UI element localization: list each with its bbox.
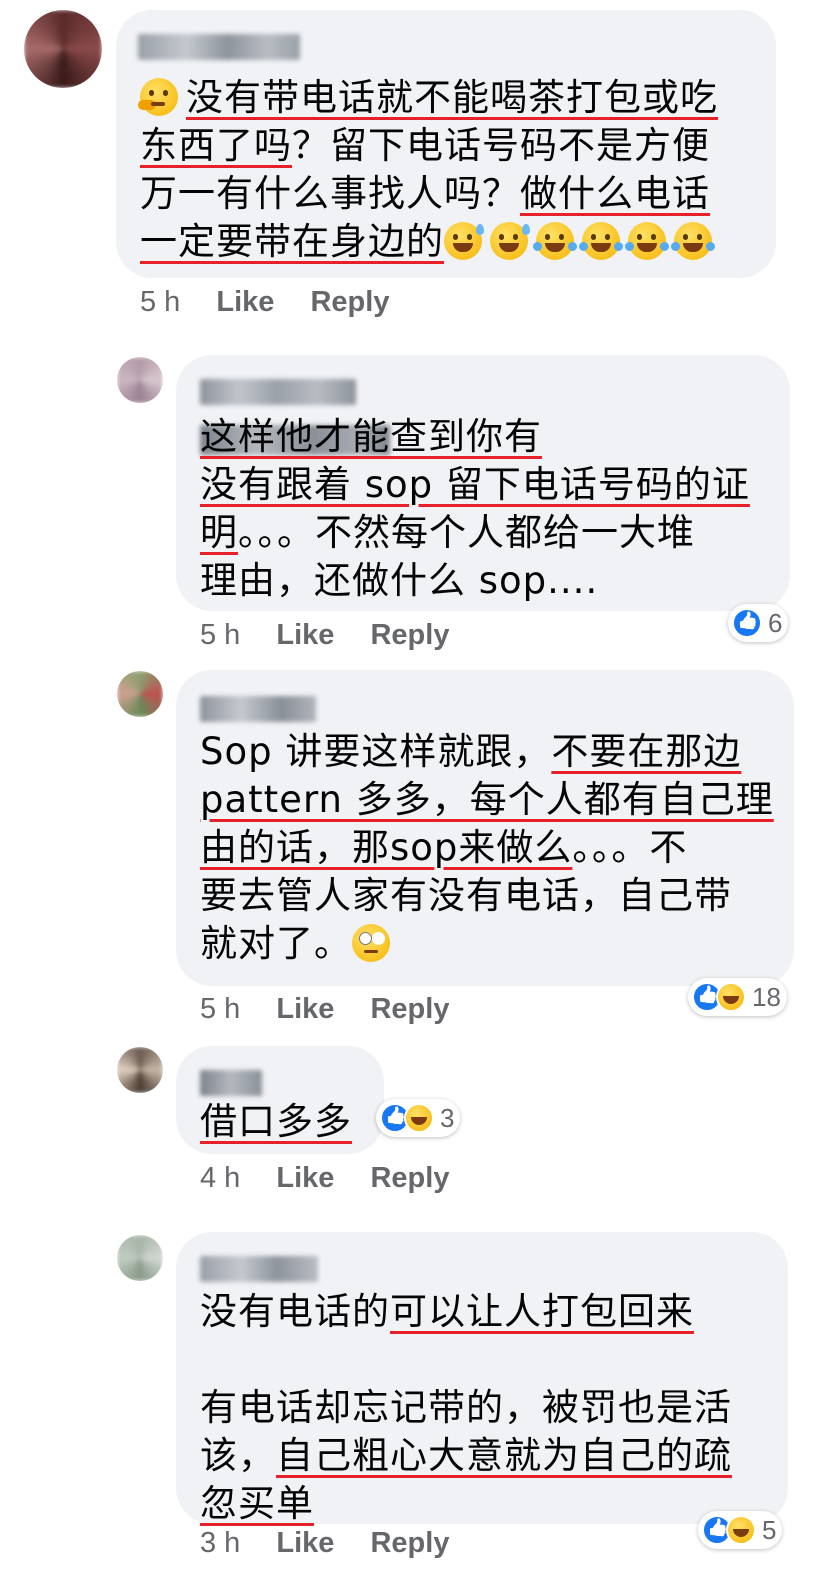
like-button[interactable]: Like — [276, 619, 334, 651]
underlined-text: 自己粗心大意就为自己的疏 — [276, 1434, 732, 1477]
comment-text-line: 就对了。 — [200, 920, 774, 968]
like-button[interactable]: Like — [276, 993, 334, 1025]
commenter-avatar[interactable] — [117, 671, 163, 717]
reply-button[interactable]: Reply — [370, 993, 449, 1025]
comment-text-segment: ？留下电话号码不是方便 — [292, 124, 710, 167]
comment-text-line: 没有跟着 sop 留下电话号码的证 — [200, 461, 750, 509]
sweat-emoji-icon — [444, 222, 484, 260]
comment-text: 借口多多 — [200, 1098, 352, 1146]
commenter-name-blurred[interactable] — [200, 1070, 262, 1096]
comment-actions: 5 h Like Reply — [200, 993, 477, 1026]
like-button[interactable]: Like — [276, 1527, 334, 1559]
comment-text-line: 东西了吗？留下电话号码不是方便 — [140, 122, 720, 170]
reply-button[interactable]: Reply — [370, 1527, 449, 1559]
laugh-emoji-icon — [625, 222, 666, 260]
underlined-text: pattern 多多，每个人都有自己理 — [200, 778, 774, 821]
underlined-text: 借口多多 — [200, 1100, 352, 1143]
underlined-text: 忽买单 — [200, 1482, 314, 1525]
laugh-emoji-icon — [533, 222, 574, 260]
commenter-avatar[interactable] — [24, 10, 102, 88]
comment-text: 这样他才能查到你有没有跟着 sop 留下电话号码的证 明。。。不然每个人都给一大堆… — [200, 413, 750, 605]
underlined-text: 由的话，那sop来做么 — [200, 826, 573, 869]
comment-timestamp[interactable]: 4 h — [200, 1162, 240, 1194]
comment-text-segment: 该， — [200, 1434, 276, 1477]
comment-text-segment: 。。。不然每个人都给一大堆 — [238, 511, 695, 554]
reaction-summary[interactable]: 3 — [376, 1099, 461, 1137]
comment-timestamp[interactable]: 5 h — [140, 286, 180, 318]
comment-text-line: 没有电话的可以让人打包回来 — [200, 1288, 732, 1336]
commenter-avatar[interactable] — [117, 357, 163, 403]
comment-text-segment: 没有电话的 — [200, 1290, 390, 1333]
reaction-count: 3 — [440, 1102, 455, 1133]
like-button[interactable]: Like — [276, 1162, 334, 1194]
comment-text-line: 这样他才能查到你有 — [200, 413, 750, 461]
reply-button[interactable]: Reply — [310, 286, 389, 318]
comment-text-line: pattern 多多，每个人都有自己理 — [200, 776, 774, 824]
commenter-name-blurred[interactable] — [200, 1256, 318, 1282]
comment-text-segment: 要去管人家有没有电话，自己带 — [200, 874, 732, 917]
reaction-count: 6 — [768, 607, 783, 638]
comment-text-line: 忽买单 — [200, 1480, 732, 1528]
comment-text-line: 理由，还做什么 sop.... — [200, 557, 750, 605]
underlined-text: 做什么电话 — [520, 172, 710, 215]
underlined-text: 明 — [200, 511, 238, 554]
comment-text: 没有带电话就不能喝茶打包或吃 东西了吗？留下电话号码不是方便 万一有什么事找人吗？做… — [138, 74, 720, 266]
comment-text-segment: 。。。不 — [572, 826, 688, 869]
comment-text-line — [200, 1336, 732, 1384]
reaction-count: 5 — [762, 1514, 777, 1545]
comment-text-line: 借口多多 — [200, 1098, 352, 1146]
underlined-text: 可以让人打包回来 — [390, 1290, 694, 1333]
sweat-emoji-icon — [490, 222, 530, 260]
underlined-text: 不要在那边 — [551, 730, 742, 773]
like-button[interactable]: Like — [216, 286, 274, 318]
comment-text-line: 万一有什么事找人吗？做什么电话 — [140, 170, 720, 218]
roll-emoji-icon — [352, 924, 390, 962]
reaction-summary[interactable]: 18 — [688, 978, 787, 1016]
comment-text-line: 没有带电话就不能喝茶打包或吃 — [138, 74, 720, 122]
reaction-summary[interactable]: 6 — [728, 604, 789, 642]
comment-actions: 3 h Like Reply — [200, 1527, 477, 1560]
haha-reaction-icon — [404, 1103, 434, 1133]
comment-timestamp[interactable]: 5 h — [200, 993, 240, 1025]
comment-text-segment: 有电话却忘记带的，被罚也是活 — [200, 1386, 732, 1429]
comment-actions: 5 h Like Reply — [140, 286, 417, 319]
underlined-text: 这样他才能查到你有 — [200, 415, 542, 458]
comment-text-line: 明。。。不然每个人都给一大堆 — [200, 509, 750, 557]
comment-text-segment: 万一有什么事找人吗？ — [140, 172, 520, 215]
underlined-text: 没有带电话就不能喝茶打包或吃 — [186, 76, 718, 119]
comment-text-line: 由的话，那sop来做么。。。不 — [200, 824, 774, 872]
comment-text-line: Sop 讲要这样就跟，不要在那边 — [200, 728, 774, 776]
reaction-summary[interactable]: 5 — [698, 1511, 783, 1549]
comment-text-segment: Sop 讲要这样就跟， — [200, 730, 552, 773]
underlined-text: 一定要带在身边的 — [140, 220, 444, 263]
haha-reaction-icon — [716, 982, 746, 1012]
reply-button[interactable]: Reply — [370, 619, 449, 651]
commenter-name-blurred[interactable] — [200, 696, 316, 722]
comment-text-line: 要去管人家有没有电话，自己带 — [200, 872, 774, 920]
like-reaction-icon — [732, 608, 762, 638]
comment-timestamp[interactable]: 5 h — [200, 619, 240, 651]
comment-text-line: 一定要带在身边的 — [140, 218, 720, 266]
commenter-name-blurred[interactable] — [138, 34, 300, 60]
reply-button[interactable]: Reply — [370, 1162, 449, 1194]
commenter-name-blurred[interactable] — [200, 379, 356, 405]
comment-text: 没有电话的可以让人打包回来有电话却忘记带的，被罚也是活 该，自己粗心大意就为自己的… — [200, 1288, 732, 1528]
comment-actions: 4 h Like Reply — [200, 1162, 477, 1195]
comment-text-segment: 就对了。 — [200, 922, 352, 965]
think-emoji-icon — [138, 78, 178, 116]
commenter-avatar[interactable] — [117, 1235, 163, 1281]
comment-text-segment: 理由，还做什么 sop.... — [200, 559, 599, 602]
comment-text-line: 有电话却忘记带的，被罚也是活 — [200, 1384, 732, 1432]
commenter-avatar[interactable] — [117, 1047, 163, 1093]
underlined-text: 没有跟着 sop 留下电话号码的证 — [200, 463, 750, 506]
haha-reaction-icon — [726, 1515, 756, 1545]
laugh-emoji-icon — [671, 222, 712, 260]
underlined-text: 东西了吗 — [140, 124, 292, 167]
comment-text: Sop 讲要这样就跟，不要在那边 pattern 多多，每个人都有自己理 由的话，那… — [200, 728, 774, 968]
comment-text-line: 该，自己粗心大意就为自己的疏 — [200, 1432, 732, 1480]
comment-actions: 5 h Like Reply — [200, 619, 477, 652]
laugh-emoji-icon — [579, 222, 620, 260]
reaction-count: 18 — [752, 981, 781, 1012]
comment-timestamp[interactable]: 3 h — [200, 1527, 240, 1559]
